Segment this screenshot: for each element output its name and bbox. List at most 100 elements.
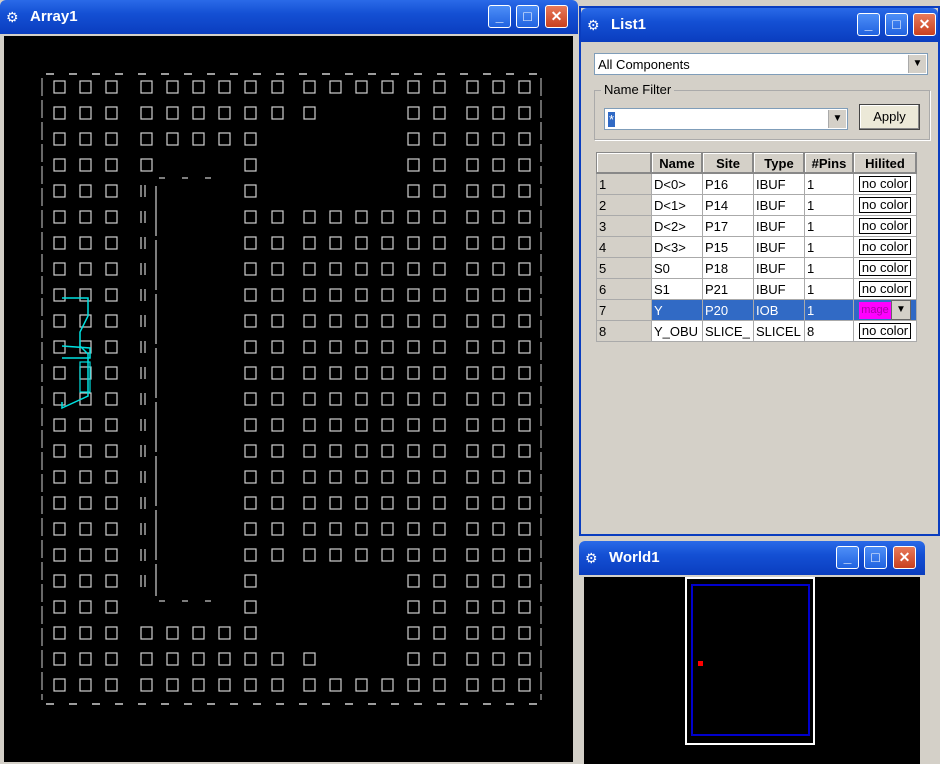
column-header-type[interactable]: Type <box>753 152 805 174</box>
minimize-button[interactable]: _ <box>488 5 511 28</box>
close-icon: ✕ <box>550 8 563 24</box>
cell-hilited[interactable]: no color <box>853 320 917 342</box>
column-header-site[interactable]: Site <box>702 152 754 174</box>
cell-hilited[interactable]: no color <box>853 215 917 237</box>
cell-name: D<1> <box>651 194 703 216</box>
table-row[interactable]: 5 S0 P18 IBUF 1 no color <box>596 257 917 279</box>
minimize-icon: _ <box>864 16 873 32</box>
name-filter-value: * <box>608 112 616 127</box>
cell-name: D<3> <box>651 236 703 258</box>
world-window: ⚙ World1 _ □ ✕ <box>579 541 925 764</box>
component-table: Name Site Type #Pins Hilited 1 D<0> P16 IBU… <box>596 152 917 342</box>
cell-name: Y_OBU <box>651 320 703 342</box>
name-filter-label: Name Filter <box>601 82 675 97</box>
minimize-button[interactable]: _ <box>836 546 859 569</box>
hilite-color-box[interactable]: no color <box>858 323 912 339</box>
table-row[interactable]: 4 D<3> P15 IBUF 1 no color <box>596 236 917 258</box>
array-title: Array1 <box>30 8 78 25</box>
cell-site: P14 <box>702 194 754 216</box>
maximize-icon: □ <box>871 549 880 565</box>
hilite-color-box[interactable]: no color <box>858 218 912 234</box>
row-number: 2 <box>596 194 652 216</box>
component-filter-dropdown[interactable]: All Components ▼ <box>594 53 928 75</box>
cell-pins: 8 <box>804 320 854 342</box>
row-number: 3 <box>596 215 652 237</box>
column-header-index[interactable] <box>596 152 652 174</box>
component-filter-value: All Components <box>598 57 690 72</box>
hilite-color-box[interactable]: no color <box>858 176 912 192</box>
chevron-down-icon[interactable]: ▼ <box>891 300 911 320</box>
maximize-button[interactable]: □ <box>885 13 908 36</box>
table-row[interactable]: 6 S1 P21 IBUF 1 no color <box>596 278 917 300</box>
world-title: World1 <box>609 549 660 566</box>
cell-name: D<2> <box>651 215 703 237</box>
cell-name: S0 <box>651 257 703 279</box>
cell-hilited[interactable]: no color <box>853 278 917 300</box>
close-button[interactable]: ✕ <box>893 546 916 569</box>
cell-type: IBUF <box>753 236 805 258</box>
table-header-row: Name Site Type #Pins Hilited <box>596 152 917 174</box>
cell-hilited[interactable]: no color <box>853 236 917 258</box>
column-header-pins[interactable]: #Pins <box>804 152 854 174</box>
minimize-icon: _ <box>843 549 852 565</box>
chevron-down-icon[interactable]: ▼ <box>908 55 926 73</box>
minimize-button[interactable]: _ <box>857 13 880 36</box>
column-header-hilited[interactable]: Hilited <box>853 152 917 174</box>
hilite-color-box[interactable]: no color <box>858 239 912 255</box>
hilite-color-box[interactable]: no color <box>858 281 912 297</box>
cell-type: IBUF <box>753 173 805 195</box>
world-device-outline <box>691 584 810 736</box>
cell-hilited[interactable]: no color <box>853 173 917 195</box>
cell-hilited[interactable]: no color <box>853 194 917 216</box>
maximize-icon: □ <box>523 8 532 24</box>
cell-site: P21 <box>702 278 754 300</box>
cell-type: IBUF <box>753 215 805 237</box>
table-row[interactable]: 2 D<1> P14 IBUF 1 no color <box>596 194 917 216</box>
fpga-array-canvas[interactable] <box>4 36 573 762</box>
close-icon: ✕ <box>898 549 911 565</box>
list-title: List1 <box>611 16 647 33</box>
name-filter-input[interactable]: * ▼ <box>604 108 848 130</box>
close-button[interactable]: ✕ <box>545 5 568 28</box>
close-icon: ✕ <box>918 16 931 32</box>
hilite-color-select[interactable]: mage <box>859 301 891 319</box>
table-row[interactable]: 8 Y_OBU SLICE_ SLICEL 8 no color <box>596 320 917 342</box>
maximize-button[interactable]: □ <box>864 546 887 569</box>
row-number: 5 <box>596 257 652 279</box>
cell-site: P16 <box>702 173 754 195</box>
cell-site: P20 <box>702 299 754 321</box>
array-titlebar[interactable]: ⚙ Array1 _ □ ✕ <box>0 0 578 34</box>
cell-site: P15 <box>702 236 754 258</box>
table-row[interactable]: 7 Y P20 IOB 1 mage ▼ <box>596 299 917 321</box>
hilite-color-box[interactable]: no color <box>858 260 912 276</box>
column-header-name[interactable]: Name <box>651 152 703 174</box>
array-window: ⚙ Array1 _ □ ✕ <box>0 0 578 764</box>
chip-icon: ⚙ <box>6 9 19 25</box>
cell-hilited[interactable]: no color <box>853 257 917 279</box>
hilite-color-box[interactable]: no color <box>858 197 912 213</box>
cell-name: D<0> <box>651 173 703 195</box>
cell-pins: 1 <box>804 257 854 279</box>
cell-type: IBUF <box>753 194 805 216</box>
row-number: 4 <box>596 236 652 258</box>
close-button[interactable]: ✕ <box>913 13 936 36</box>
chevron-down-icon[interactable]: ▼ <box>828 110 846 128</box>
table-row[interactable]: 1 D<0> P16 IBUF 1 no color <box>596 173 917 195</box>
table-row[interactable]: 3 D<2> P17 IBUF 1 no color <box>596 215 917 237</box>
cell-hilited[interactable]: mage ▼ <box>853 299 917 321</box>
cell-name: Y <box>651 299 703 321</box>
world-canvas[interactable] <box>584 577 920 764</box>
apply-button[interactable]: Apply <box>859 104 920 130</box>
chip-icon: ⚙ <box>587 17 600 33</box>
cell-site: P18 <box>702 257 754 279</box>
row-number: 7 <box>596 299 652 321</box>
list-titlebar[interactable]: ⚙ List1 _ □ ✕ <box>581 8 938 42</box>
cell-pins: 1 <box>804 299 854 321</box>
world-titlebar[interactable]: ⚙ World1 _ □ ✕ <box>579 541 925 575</box>
chip-icon: ⚙ <box>585 550 598 566</box>
cell-type: IOB <box>753 299 805 321</box>
row-number: 1 <box>596 173 652 195</box>
maximize-button[interactable]: □ <box>516 5 539 28</box>
cell-pins: 1 <box>804 215 854 237</box>
cell-type: IBUF <box>753 278 805 300</box>
